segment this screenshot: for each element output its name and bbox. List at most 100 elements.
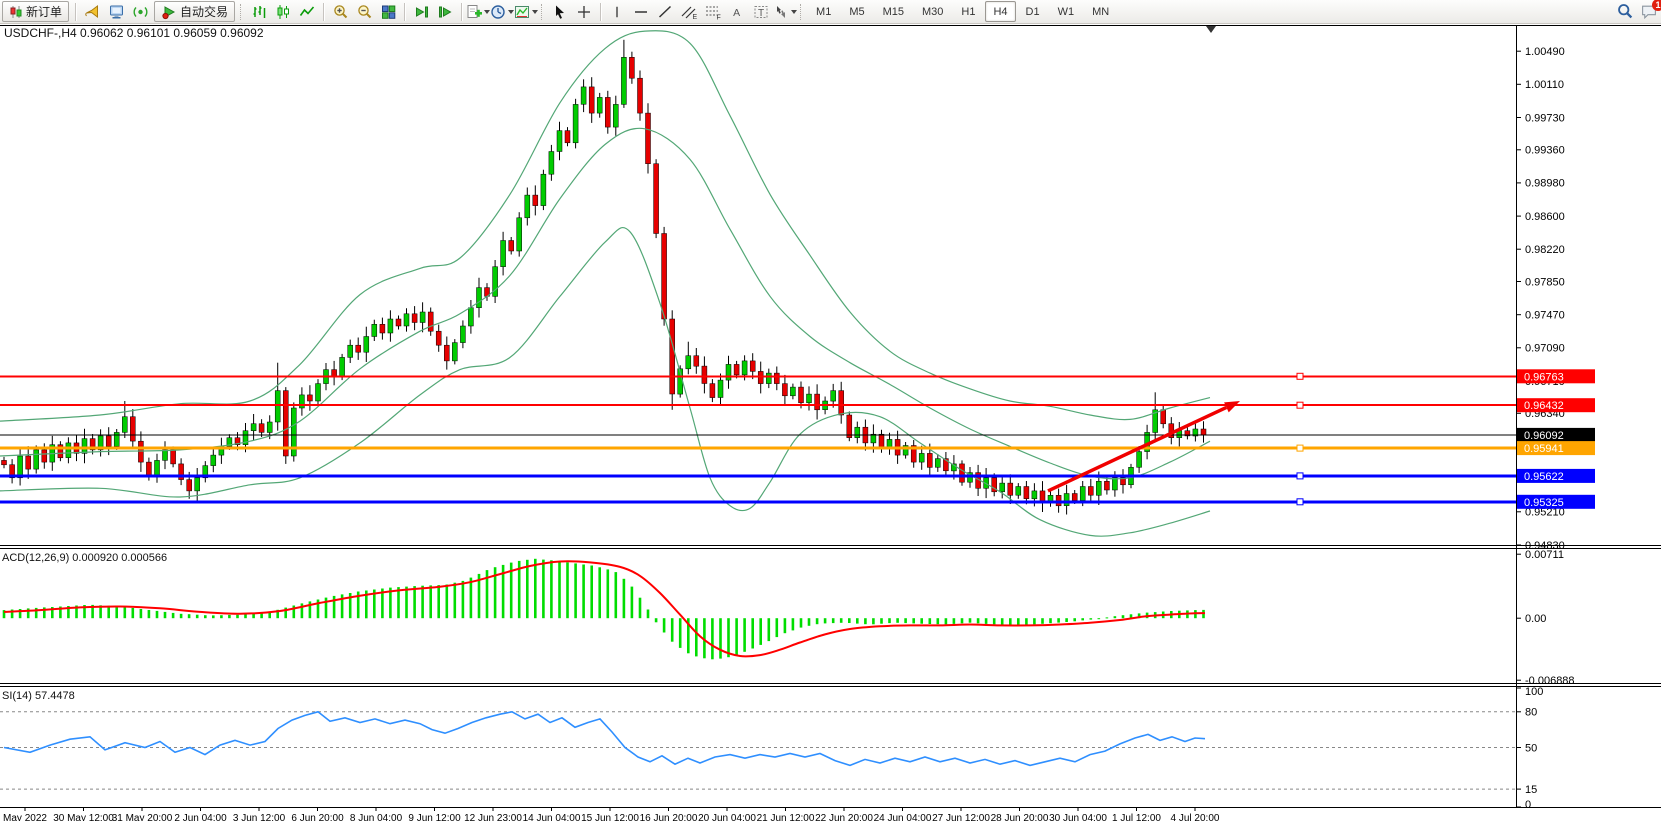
vertical-line-button[interactable] [606,1,628,22]
price-line-badge-label: 0.95941 [1524,443,1564,455]
macd-histogram-bar [695,618,698,656]
toolbar-grip [541,4,545,20]
candle-body [758,371,763,383]
candle-body [267,422,272,433]
line-handle[interactable] [1297,402,1303,408]
timeframe-button-m1[interactable]: M1 [808,1,839,22]
fibonacci-button[interactable]: F [702,1,724,22]
macd-histogram-bar [1106,617,1109,618]
chart-shift-button[interactable] [434,1,456,22]
candle-body [734,364,739,375]
new-order-button[interactable]: 新订单 [2,1,69,22]
price-axis-label: 0.99730 [1525,112,1565,124]
search-icon [1616,3,1634,20]
candle-body [1000,483,1005,492]
price-axis-label: 1.00490 [1525,46,1565,58]
candle-body [662,234,667,320]
timeframe-button-w1[interactable]: W1 [1050,1,1083,22]
price-axis-label: 0.98220 [1525,244,1565,256]
candle-body [605,97,610,127]
timeframe-button-h1[interactable]: H1 [953,1,983,22]
trendline-button[interactable] [654,1,676,22]
macd-histogram-bar [727,618,730,657]
macd-histogram-bar [929,618,932,624]
macd-histogram-bar [832,618,835,623]
time-axis-label: 8 Jun 04:00 [350,813,403,821]
equidistant-channel-button[interactable]: E [678,1,700,22]
line-handle[interactable] [1297,473,1303,479]
chat-button[interactable]: 1 [1638,1,1660,22]
time-axis-label: 15 Jun 12:00 [581,813,639,821]
line-chart-button[interactable] [296,1,318,22]
chart-canvas[interactable]: 1.004901.001100.997300.993600.989800.986… [0,24,1661,821]
line-handle[interactable] [1297,445,1303,451]
candle-body [307,395,312,401]
equidistant-channel-icon: E [680,4,698,20]
auto-scroll-button[interactable] [410,1,432,22]
candle-body [1032,491,1037,499]
candle-body [790,387,795,396]
cursor-button[interactable] [549,1,571,22]
macd-histogram-bar [115,606,118,618]
candle-body [501,241,506,267]
templates-button[interactable] [515,1,537,22]
timeframe-button-m15[interactable]: M15 [875,1,912,22]
candle-body [1016,487,1021,496]
tile-windows-button[interactable] [377,1,399,22]
chart-area[interactable]: 1.004901.001100.997300.993600.989800.986… [0,24,1661,821]
new-order-mini-chart-icon [9,5,23,19]
text-label-button[interactable]: T [750,1,772,22]
periods-button[interactable] [491,1,513,22]
macd-histogram-bar [623,579,626,618]
candle-body [163,450,168,461]
search-button[interactable] [1614,1,1636,22]
time-axis-label: 3 Jun 12:00 [233,813,286,821]
candle-body [340,357,345,376]
arrows-button[interactable] [774,1,796,22]
timeframe-button-d1[interactable]: D1 [1018,1,1048,22]
timeframe-button-m5[interactable]: M5 [841,1,872,22]
macd-histogram-bar [542,560,545,619]
horizontal-line-button[interactable] [630,1,652,22]
line-handle[interactable] [1297,373,1303,379]
toolbar-separator [600,3,601,21]
macd-histogram-bar [446,585,449,619]
line-handle[interactable] [1297,499,1303,505]
macd-histogram-bar [896,618,899,623]
macd-histogram-bar [1114,616,1117,618]
text-button[interactable]: A [726,1,748,22]
timeframe-button-h4[interactable]: H4 [985,1,1015,22]
candle-body [694,356,699,367]
horn-button[interactable] [81,1,103,22]
macd-histogram-bar [550,560,553,618]
zoom-out-button[interactable] [353,1,375,22]
zoom-in-button[interactable] [329,1,351,22]
candle-body [613,104,618,127]
terminal-button[interactable] [105,1,127,22]
autotrading-button[interactable]: 自动交易 [154,1,235,22]
macd-histogram-bar [124,607,127,618]
trendline-icon [657,4,673,20]
price-line-badge-label: 0.96763 [1524,371,1564,383]
macd-histogram-bar [615,572,618,618]
macd-indicator-label: ACD(12,26,9) 0.000920 0.000566 [2,552,167,564]
macd-histogram-bar [462,581,465,618]
timeframe-button-mn[interactable]: MN [1084,1,1117,22]
horn-icon [84,4,101,20]
macd-histogram-bar [534,559,537,618]
candle-body [935,459,940,468]
crosshair-button[interactable] [573,1,595,22]
macd-histogram-bar [759,618,762,645]
candle-body [187,480,192,491]
time-axis-label: 22 Jun 20:00 [815,813,873,821]
macd-axis-label: 0.00 [1525,613,1546,625]
bar-chart-button[interactable] [248,1,270,22]
macd-histogram-bar [671,618,674,642]
indicators-button[interactable] [467,1,489,22]
macd-histogram-bar [743,618,746,652]
candlestick-chart-button[interactable] [272,1,294,22]
signal-button[interactable] [129,1,151,22]
candle-body [275,391,280,422]
candle-body [686,356,691,369]
timeframe-button-m30[interactable]: M30 [914,1,951,22]
